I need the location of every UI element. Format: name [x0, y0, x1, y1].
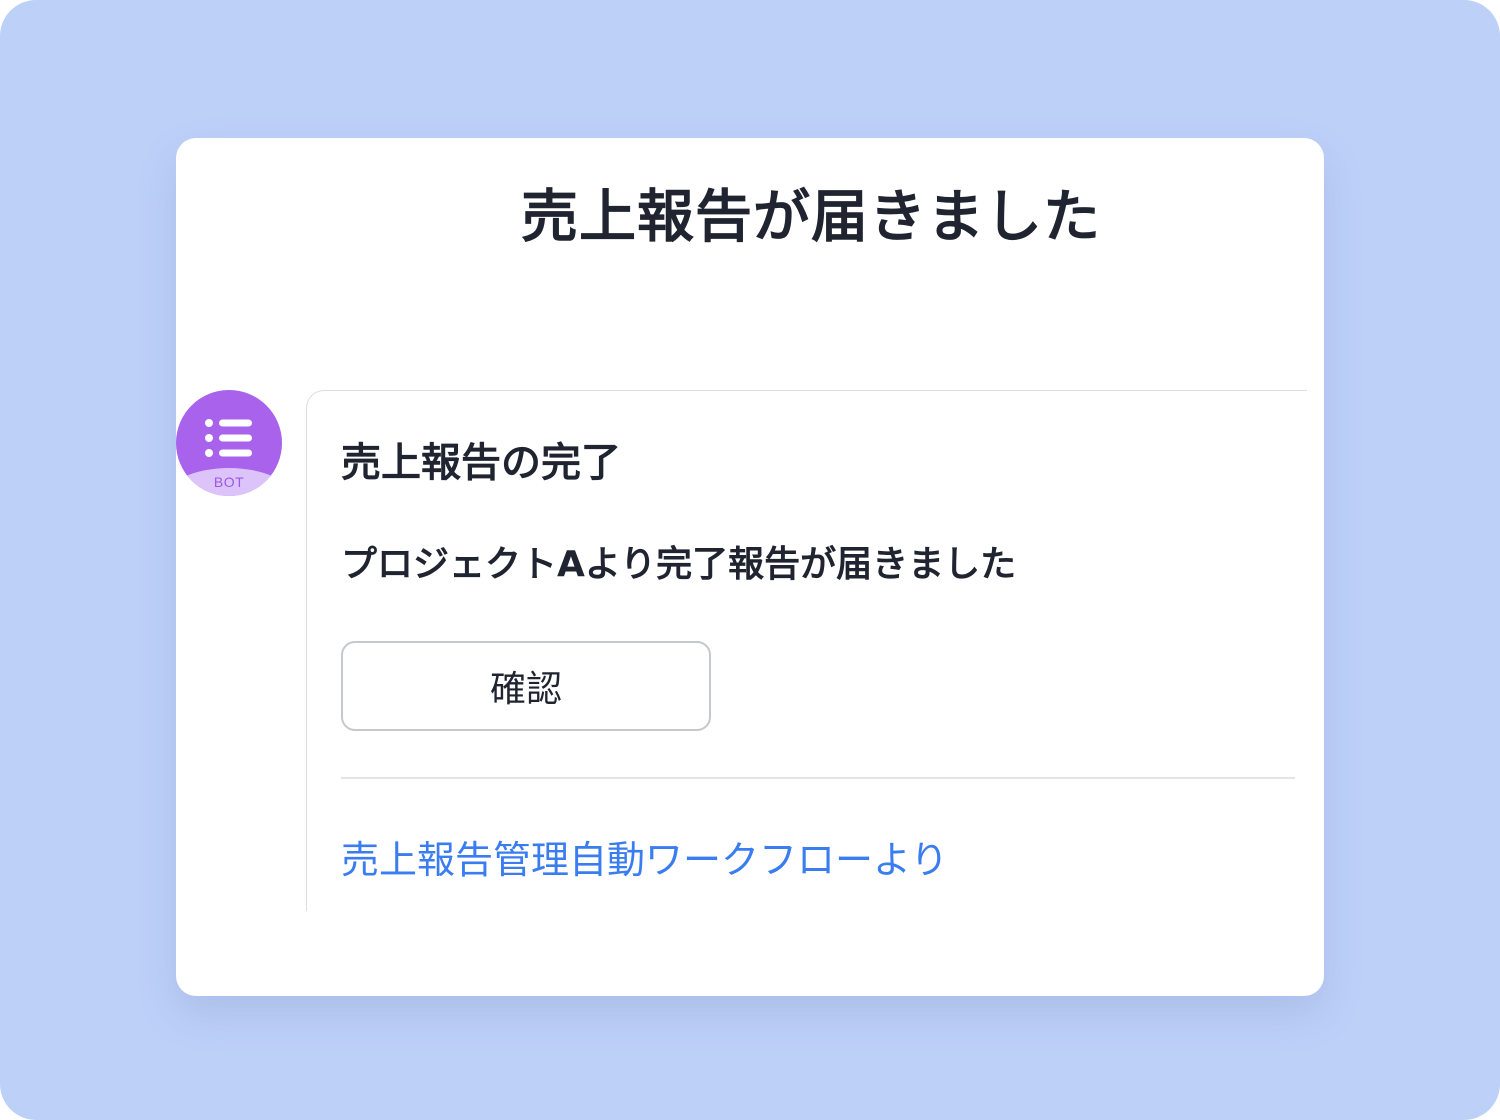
list-icon — [205, 419, 252, 457]
notification-card: 売上報告が届きました BOT 売上報告の完了 プロジェクトAより完了報告が届きま… — [176, 138, 1324, 996]
message-heading: 売上報告の完了 — [341, 440, 621, 486]
bot-badge-label: BOT — [213, 474, 245, 490]
message-divider — [341, 777, 1295, 779]
bot-avatar: BOT — [176, 390, 282, 496]
page-background: 売上報告が届きました BOT 売上報告の完了 プロジェクトAより完了報告が届きま… — [0, 0, 1500, 1120]
workflow-source-link[interactable]: 売上報告管理自動ワークフローより — [341, 835, 948, 885]
page-title: 売上報告が届きました — [521, 184, 1101, 250]
confirm-button[interactable]: 確認 — [341, 641, 711, 731]
message-body: プロジェクトAより完了報告が届きました — [341, 544, 1017, 585]
bot-message: 売上報告の完了 プロジェクトAより完了報告が届きました 確認 売上報告管理自動ワ… — [306, 390, 1307, 911]
